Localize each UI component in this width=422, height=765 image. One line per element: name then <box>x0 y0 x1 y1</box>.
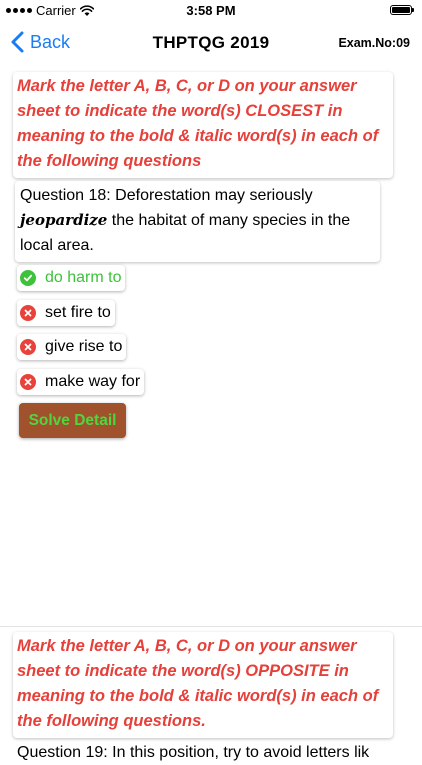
answer-text: do harm to <box>45 269 122 286</box>
check-circle-icon <box>20 270 36 286</box>
battery-icon <box>390 5 414 15</box>
exam-number: Exam.No:09 <box>338 36 410 50</box>
answer-text: give rise to <box>45 338 123 355</box>
question-prefix: Question 18: Deforestation may seriously <box>20 187 313 204</box>
section-divider <box>0 626 422 627</box>
answer-option-a[interactable]: do harm to <box>17 265 126 291</box>
x-circle-icon <box>20 305 36 321</box>
instruction-closest: Mark the letter A, B, C, or D on your an… <box>13 72 393 178</box>
question-19-preview: Question 19: In this position, try to av… <box>17 744 370 761</box>
answer-option-b[interactable]: set fire to <box>17 300 115 326</box>
question-keyword: jeopardize <box>20 211 108 229</box>
answer-option-c[interactable]: give rise to <box>17 334 127 360</box>
status-time: 3:58 PM <box>186 3 236 18</box>
solve-detail-button[interactable]: Solve Detail <box>19 403 126 438</box>
question-18: Question 18: Deforestation may seriously… <box>15 181 380 262</box>
status-bar: Carrier 3:58 PM <box>0 0 422 22</box>
x-circle-icon <box>20 339 36 355</box>
answer-option-d[interactable]: make way for <box>17 369 145 395</box>
instruction-opposite: Mark the letter A, B, C, or D on your an… <box>13 632 393 738</box>
answer-text: make way for <box>45 373 141 390</box>
navigation-bar: Back THPTQG 2019 Exam.No:09 <box>0 22 422 66</box>
answer-text: set fire to <box>45 304 111 321</box>
x-circle-icon <box>20 374 36 390</box>
